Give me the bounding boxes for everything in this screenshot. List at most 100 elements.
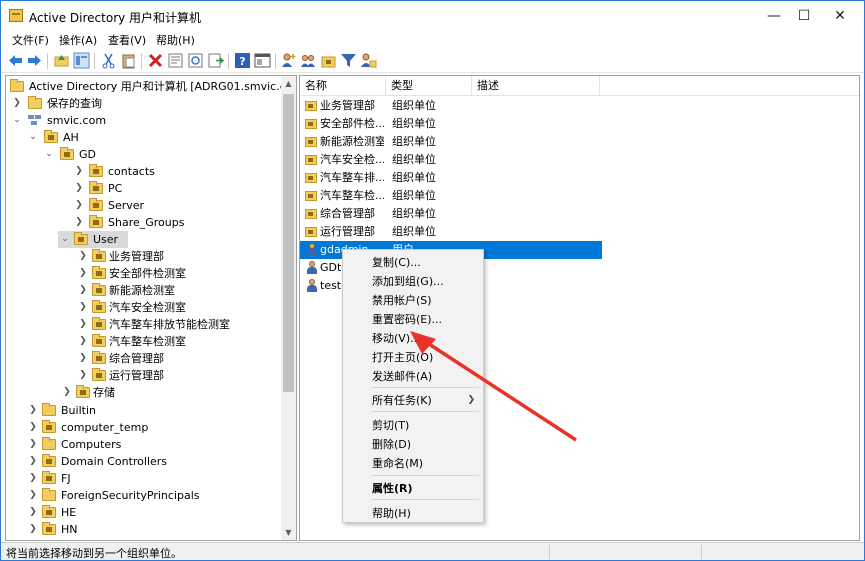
forward-icon[interactable] [26, 52, 43, 69]
export-icon[interactable] [207, 52, 224, 69]
add-user-icon[interactable] [280, 52, 297, 69]
cell-type: 组织单位 [392, 99, 436, 112]
collapse-icon[interactable]: ⌄ [12, 112, 22, 129]
ou-folder-icon [305, 119, 317, 129]
expand-icon[interactable]: ❯ [28, 436, 38, 453]
menu-action[interactable]: 操作(A) [59, 32, 97, 48]
expand-icon[interactable]: ❯ [28, 402, 38, 419]
ou-folder-icon [74, 232, 88, 245]
expand-icon[interactable]: ❯ [28, 504, 38, 521]
scroll-thumb[interactable] [283, 94, 294, 392]
expand-icon[interactable]: ❯ [28, 419, 38, 436]
list-row[interactable]: 汽车整车排... 组织单位 [300, 169, 859, 187]
tree-item-user[interactable]: ⌄ User [58, 231, 128, 248]
show-tree-icon[interactable] [73, 52, 90, 69]
ou-folder-icon [89, 164, 103, 177]
collapse-icon[interactable]: ⌄ [28, 129, 38, 146]
back-icon[interactable] [7, 52, 24, 69]
expand-icon[interactable]: ❯ [78, 367, 88, 384]
list-row[interactable]: 新能源检测室 组织单位 [300, 133, 859, 151]
menu-file[interactable]: 文件(F) [12, 32, 49, 48]
folder-icon [42, 488, 56, 501]
column-description[interactable]: 描述 [472, 76, 600, 96]
expand-icon[interactable]: ❯ [78, 316, 88, 333]
expand-icon[interactable]: ❯ [12, 95, 22, 112]
delete-icon[interactable] [147, 52, 164, 69]
annotation-arrow [410, 331, 577, 442]
ou-folder-icon [89, 181, 103, 194]
menu-item-properties[interactable]: 属性(R) [343, 479, 483, 498]
tree-item-label: Builtin [61, 404, 96, 417]
collapse-icon[interactable]: ⌄ [44, 146, 54, 163]
up-folder-icon[interactable] [53, 52, 70, 69]
collapse-icon[interactable]: ⌄ [60, 231, 70, 248]
menu-view[interactable]: 查看(V) [108, 32, 146, 48]
expand-icon[interactable]: ❯ [74, 214, 84, 231]
menu-item-label: 属性(R) [372, 482, 413, 495]
expand-icon[interactable]: ❯ [28, 487, 38, 504]
list-row[interactable]: 安全部件检... 组织单位 [300, 115, 859, 133]
cut-icon[interactable] [100, 52, 117, 69]
delegate-icon[interactable] [360, 52, 377, 69]
ou-folder-icon [305, 155, 317, 165]
refresh-icon[interactable] [187, 52, 204, 69]
column-type[interactable]: 类型 [386, 76, 472, 96]
tree-item-label: 汽车整车检测室 [109, 335, 186, 348]
ou-folder-icon [92, 249, 106, 262]
expand-icon[interactable]: ❯ [78, 248, 88, 265]
list-row[interactable]: 运行管理部 组织单位 [300, 223, 859, 241]
list-row[interactable]: 汽车整车检... 组织单位 [300, 187, 859, 205]
scroll-down-icon[interactable]: ▼ [281, 525, 296, 540]
scroll-up-icon[interactable]: ▲ [281, 76, 296, 91]
user-icon [306, 261, 318, 275]
folder-icon [28, 96, 42, 109]
column-name[interactable]: 名称 [300, 76, 386, 96]
ou-folder-icon [92, 283, 106, 296]
expand-icon[interactable]: ❯ [28, 470, 38, 487]
expand-icon[interactable]: ❯ [74, 180, 84, 197]
toolbar: ? [1, 49, 864, 73]
menu-item-disable-account[interactable]: 禁用帐户(S) [343, 291, 483, 310]
add-group-icon[interactable] [300, 52, 317, 69]
list-row[interactable]: 汽车安全检... 组织单位 [300, 151, 859, 169]
expand-icon[interactable]: ❯ [74, 163, 84, 180]
tree-item-label: ForeignSecurityPrincipals [61, 489, 200, 502]
tree-item-label: GD [79, 148, 96, 161]
ou-folder-icon [92, 266, 106, 279]
expand-icon[interactable]: ❯ [78, 282, 88, 299]
properties-icon[interactable] [167, 52, 184, 69]
maximize-button[interactable]: ☐ [786, 1, 822, 31]
filter-icon[interactable] [340, 52, 357, 69]
list-row[interactable]: 综合管理部 组织单位 [300, 205, 859, 223]
console-icon[interactable] [254, 52, 271, 69]
expand-icon[interactable]: ❯ [78, 350, 88, 367]
cell-type: 组织单位 [392, 189, 436, 202]
help-icon[interactable]: ? [234, 52, 251, 69]
ou-folder-icon [305, 191, 317, 201]
expand-icon[interactable]: ❯ [28, 521, 38, 538]
expand-icon[interactable]: ❯ [62, 384, 72, 401]
paste-icon[interactable] [120, 52, 137, 69]
tree-item-label: Domain Controllers [61, 455, 168, 468]
list-row[interactable]: 业务管理部 组织单位 [300, 97, 859, 115]
menu-help[interactable]: 帮助(H) [156, 32, 195, 48]
ou-folder-icon [42, 420, 56, 433]
expand-icon[interactable]: ❯ [28, 453, 38, 470]
ou-folder-icon [42, 522, 56, 535]
toolbar-separator [94, 53, 95, 69]
menu-item-rename[interactable]: 重命名(M) [343, 454, 483, 473]
cell-name: 安全部件检... [320, 117, 384, 130]
menu-item-help[interactable]: 帮助(H) [343, 504, 483, 523]
add-ou-icon[interactable] [320, 52, 337, 69]
tree-item-label: 安全部件检测室 [109, 267, 186, 280]
expand-icon[interactable]: ❯ [78, 299, 88, 316]
tree-scrollbar[interactable]: ▲ ▼ [281, 76, 296, 540]
close-button[interactable]: ✕ [822, 1, 858, 31]
menu-item-copy[interactable]: 复制(C)... [343, 253, 483, 272]
menu-item-add-to-group[interactable]: 添加到组(G)... [343, 272, 483, 291]
status-separator [701, 545, 702, 559]
expand-icon[interactable]: ❯ [74, 197, 84, 214]
expand-icon[interactable]: ❯ [78, 333, 88, 350]
tree-pane[interactable]: Active Directory 用户和计算机 [ADRG01.smvic.co… [5, 75, 297, 541]
expand-icon[interactable]: ❯ [78, 265, 88, 282]
